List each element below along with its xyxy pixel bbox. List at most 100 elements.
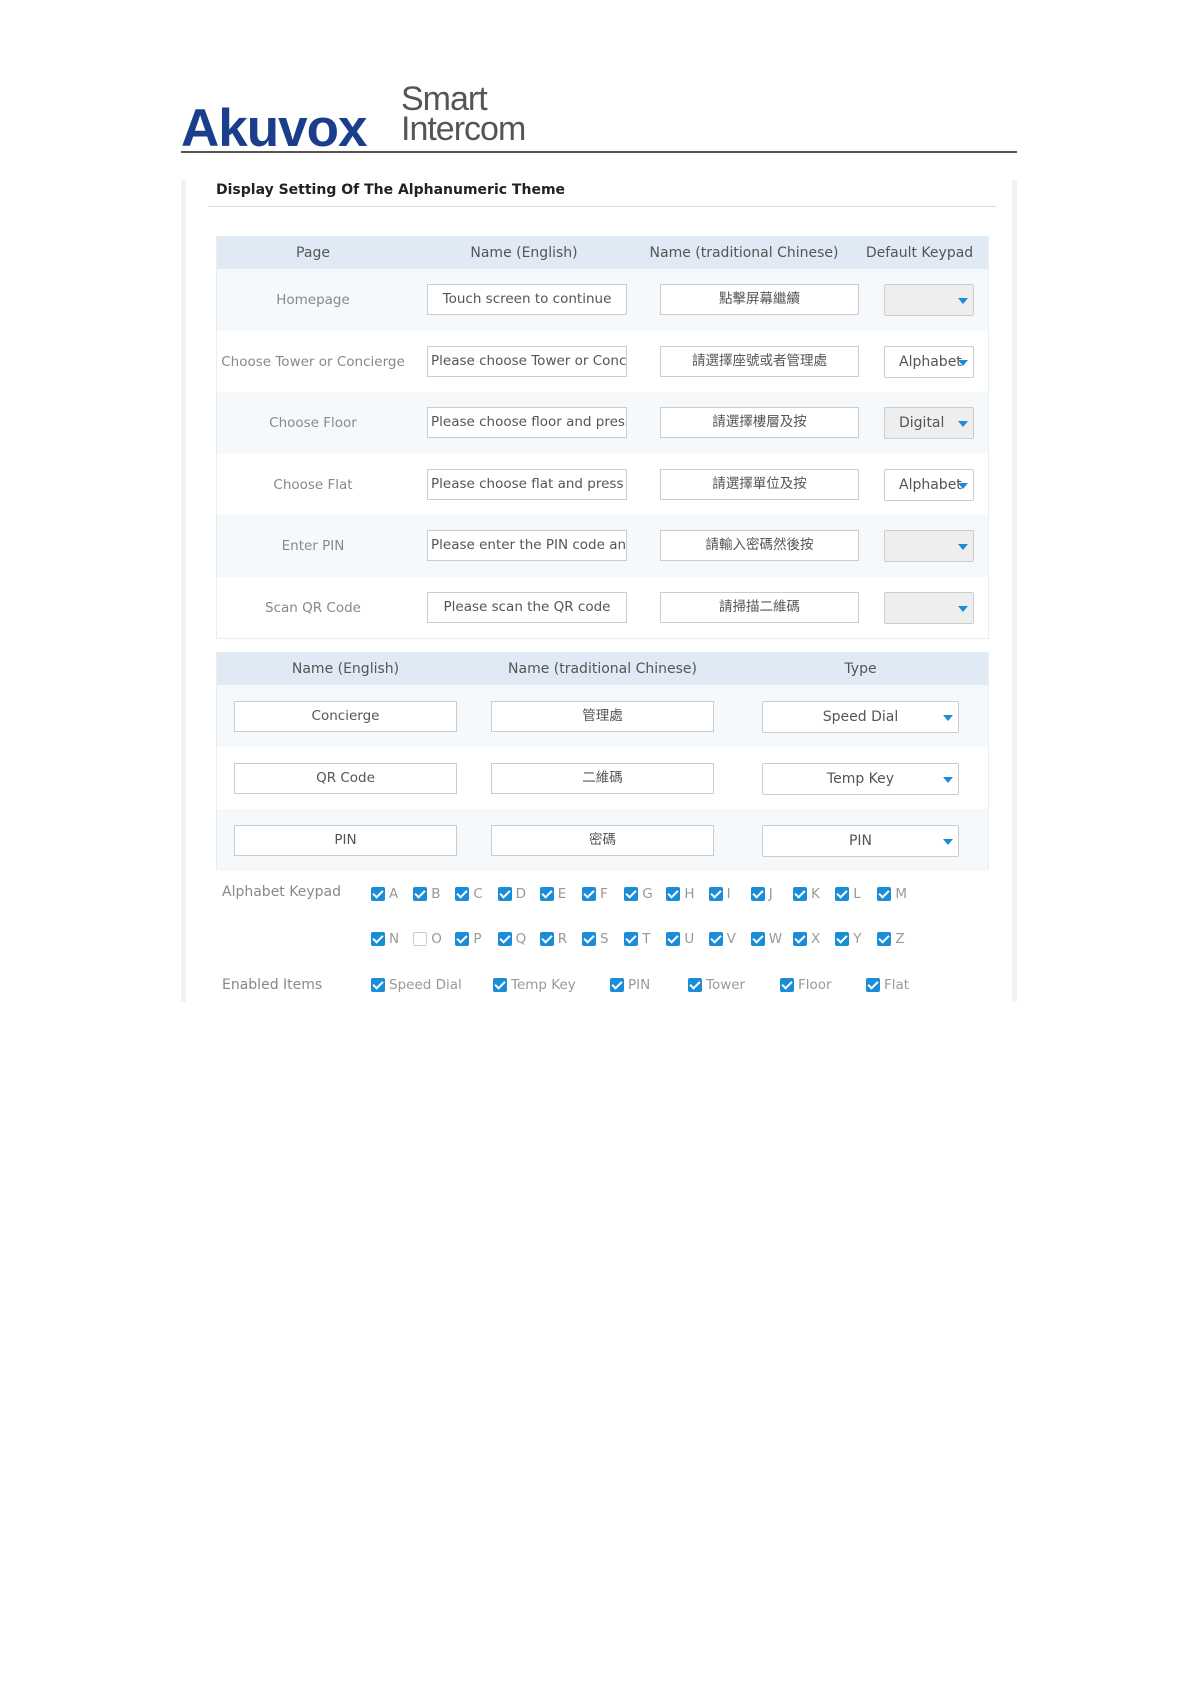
letter-label: W [768, 931, 783, 947]
alphabet-keypad-label: Alphabet Keypad [222, 884, 341, 900]
selected-keypad: Digital [899, 415, 945, 431]
letter-checkbox[interactable]: E [539, 886, 567, 902]
item-name-english-input[interactable]: QR Code [234, 763, 457, 794]
default-keypad-select[interactable]: Alphabet [884, 468, 974, 501]
item-name-chinese-input[interactable]: 密碼 [491, 825, 714, 856]
item-name-chinese-input[interactable]: 二維碼 [491, 763, 714, 794]
checkbox-checked-icon [877, 887, 892, 901]
page-name: Choose Flat [273, 476, 353, 493]
letter-checkbox[interactable]: C [455, 886, 483, 902]
name-chinese-input[interactable]: 請選擇樓層及按 [660, 407, 859, 438]
enabled-item-label: Floor [798, 977, 832, 993]
letter-checkbox[interactable]: Q [497, 931, 527, 947]
name-english-input[interactable]: Please choose Tower or Concie [427, 345, 627, 377]
chevron-down-icon [958, 421, 968, 427]
checkbox-checked-icon [666, 932, 681, 946]
name-chinese-input[interactable]: 請掃描二維碼 [660, 591, 859, 623]
checkbox-checked-icon [866, 978, 880, 992]
letter-checkbox[interactable]: T [624, 931, 650, 947]
name-chinese-input[interactable]: 請選擇單位及按 [660, 468, 859, 500]
checkbox-checked-icon [835, 887, 850, 901]
header-default-keypad: Default Keypad [865, 245, 974, 261]
letter-checkbox[interactable]: K [793, 886, 820, 902]
letter-checkbox[interactable]: U [666, 931, 694, 947]
letter-label: B [431, 886, 441, 902]
letter-checkbox[interactable]: I [708, 886, 731, 902]
letter-checkbox[interactable]: O [413, 931, 442, 947]
enabled-item-checkbox[interactable]: Speed Dial [371, 977, 462, 993]
letter-checkbox[interactable]: W [750, 931, 783, 947]
letter-checkbox[interactable]: M [877, 886, 907, 902]
letter-checkbox[interactable]: F [582, 886, 608, 902]
checkbox-checked-icon [582, 887, 596, 901]
page-name: Homepage [276, 292, 350, 308]
default-keypad-select[interactable]: Alphabet [884, 345, 974, 378]
chevron-down-icon [943, 839, 953, 845]
letter-checkbox[interactable]: Z [877, 931, 905, 947]
default-keypad-select[interactable] [884, 284, 974, 316]
letter-label: X [811, 931, 821, 947]
item-type-select[interactable]: Speed Dial [762, 701, 959, 733]
item-name-chinese-input[interactable]: 管理處 [491, 701, 714, 732]
panel-title: Display Setting Of The Alphanumeric Them… [216, 182, 566, 198]
enabled-item-checkbox[interactable]: Temp Key [493, 977, 576, 993]
name-chinese-input[interactable]: 請選擇座號或者管理處 [660, 345, 859, 377]
enabled-item-checkbox[interactable]: PIN [610, 977, 650, 993]
checkbox-checked-icon [624, 887, 639, 901]
letter-checkbox[interactable]: R [539, 931, 567, 947]
letter-checkbox[interactable]: A [371, 886, 398, 902]
checkbox-checked-icon [371, 978, 385, 992]
letter-checkbox[interactable]: B [413, 886, 440, 902]
letter-checkbox[interactable]: G [624, 886, 653, 902]
letter-checkbox[interactable]: N [371, 931, 399, 947]
letter-label: E [557, 886, 567, 902]
letter-checkbox[interactable]: Y [835, 931, 861, 947]
name-english-input[interactable]: Please choose flat and press [427, 468, 627, 500]
letter-label: Q [515, 931, 527, 947]
item-type-select[interactable]: PIN [762, 825, 959, 857]
letter-label: U [684, 931, 695, 947]
table-row: Concierge 管理處 Speed Dial [217, 685, 988, 747]
checkbox-checked-icon [835, 932, 850, 946]
name-english-input[interactable]: Please scan the QR code [427, 591, 627, 623]
enabled-item-checkbox[interactable]: Tower [688, 977, 745, 993]
letter-checkbox[interactable]: P [455, 931, 482, 947]
letter-checkbox[interactable]: S [582, 931, 609, 947]
name-english-input[interactable]: Touch screen to continue [427, 284, 627, 315]
letter-checkbox[interactable]: V [708, 931, 736, 947]
letter-label: S [600, 931, 609, 947]
letter-checkbox[interactable]: H [666, 886, 695, 902]
letter-label: J [768, 886, 773, 902]
panel-divider [208, 206, 996, 207]
letter-checkbox[interactable]: D [497, 886, 526, 902]
letter-label: Y [853, 931, 862, 947]
enabled-item-checkbox[interactable]: Flat [866, 977, 909, 993]
page-name: Choose Floor [269, 415, 357, 431]
letter-label: L [853, 886, 861, 902]
name-chinese-input[interactable]: 點擊屏幕繼續 [660, 284, 859, 315]
checkbox-checked-icon [780, 978, 794, 992]
letter-checkbox[interactable]: J [750, 886, 773, 902]
letter-label: A [389, 886, 399, 902]
default-keypad-select[interactable] [884, 530, 974, 562]
letter-checkbox[interactable]: L [835, 886, 861, 902]
letter-label: O [431, 931, 442, 947]
page-name: Enter PIN [281, 538, 345, 554]
name-english-input[interactable]: Please enter the PIN code and [427, 530, 627, 561]
letter-checkbox[interactable]: X [793, 931, 820, 947]
chevron-down-icon [958, 544, 968, 550]
checkbox-checked-icon [624, 932, 639, 946]
item-name-english-input[interactable]: Concierge [234, 701, 457, 732]
name-chinese-input[interactable]: 請輸入密碼然後按 [660, 530, 859, 561]
default-keypad-select[interactable]: Digital [884, 407, 974, 439]
item-type-select[interactable]: Temp Key [762, 763, 959, 795]
name-english-input[interactable]: Please choose floor and press [427, 407, 627, 438]
checkbox-checked-icon [539, 932, 554, 946]
letter-label: N [389, 931, 400, 947]
enabled-item-checkbox[interactable]: Floor [780, 977, 832, 993]
default-keypad-select[interactable] [884, 591, 974, 624]
checkbox-checked-icon [750, 887, 765, 901]
chevron-down-icon [958, 605, 968, 612]
item-name-english-input[interactable]: PIN [234, 825, 457, 856]
checkbox-checked-icon [455, 932, 470, 946]
